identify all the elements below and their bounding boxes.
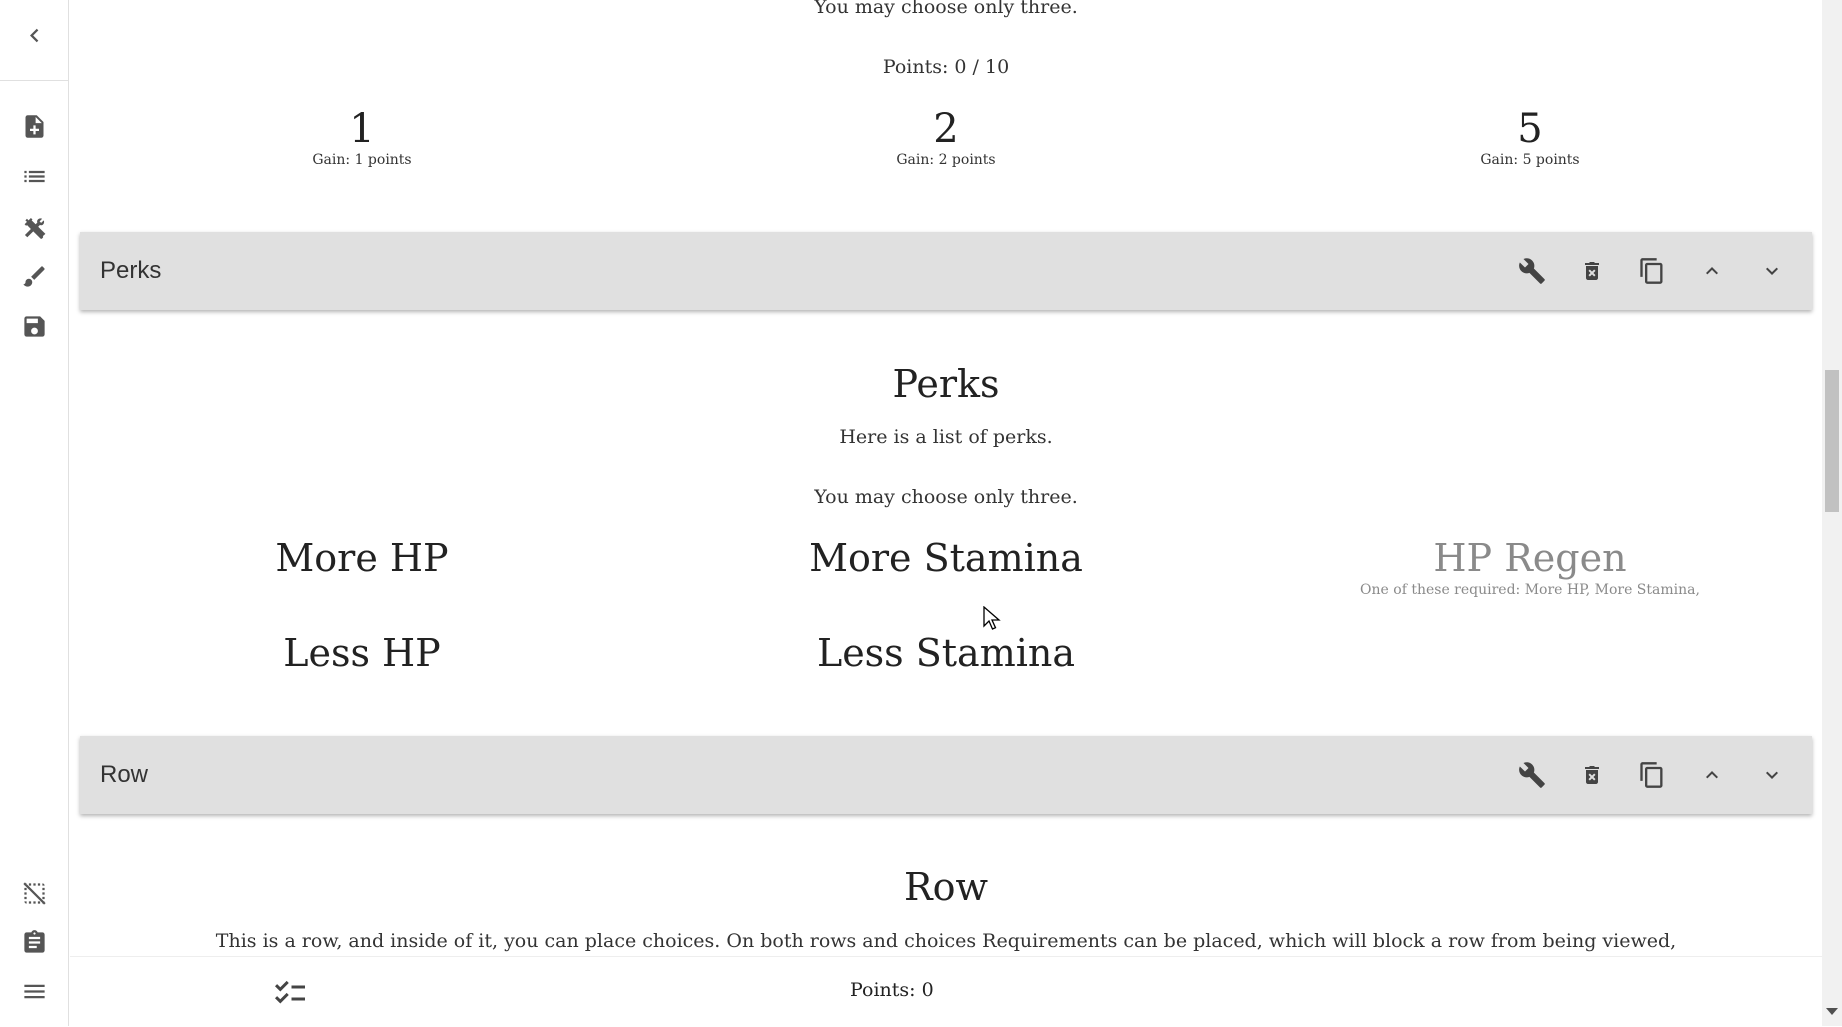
perks-row-header: Perks bbox=[80, 232, 1812, 310]
choice-card[interactable]: 5 Gain: 5 points bbox=[1238, 106, 1822, 168]
rail-divider bbox=[0, 80, 69, 81]
choice-subtitle: Gain: 1 points bbox=[312, 152, 412, 168]
choice-card[interactable]: 2 Gain: 2 points bbox=[654, 106, 1238, 168]
choice-card-disabled[interactable]: HP Regen One of these required: More HP,… bbox=[1238, 536, 1822, 598]
choice-subtitle: Gain: 5 points bbox=[1480, 152, 1580, 168]
row-header-title: Perks bbox=[100, 257, 162, 284]
delete-icon[interactable] bbox=[1562, 745, 1622, 805]
row-header-title: Row bbox=[100, 761, 149, 788]
choice-subtitle: Gain: 2 points bbox=[896, 152, 996, 168]
choice-title: Less HP bbox=[283, 631, 441, 675]
prev-row-points: Points: 0 / 10 bbox=[882, 56, 1010, 78]
mouse-cursor-icon bbox=[983, 606, 1001, 630]
bottom-bar: Points: 0 bbox=[70, 956, 1822, 1027]
choice-title: More Stamina bbox=[809, 536, 1083, 580]
choice-card[interactable]: Less Stamina bbox=[654, 631, 1238, 675]
navigation-rail bbox=[0, 0, 69, 1026]
choice-title: Less Stamina bbox=[816, 631, 1076, 675]
choice-card[interactable]: 1 Gain: 1 points bbox=[70, 106, 654, 168]
chevron-up-icon[interactable] bbox=[1682, 745, 1742, 805]
wrench-icon[interactable] bbox=[1502, 241, 1562, 301]
choice-card[interactable]: More HP bbox=[70, 536, 654, 580]
scrollbar-thumb[interactable] bbox=[1825, 370, 1839, 512]
list-icon[interactable] bbox=[14, 156, 54, 196]
wrench-icon[interactable] bbox=[1502, 745, 1562, 805]
row-row-header: Row bbox=[80, 736, 1812, 814]
choice-title: HP Regen bbox=[1433, 536, 1627, 580]
chevron-down-icon[interactable] bbox=[1742, 745, 1802, 805]
selection-off-icon[interactable] bbox=[14, 873, 54, 913]
clipboard-icon[interactable] bbox=[14, 922, 54, 962]
save-icon[interactable] bbox=[14, 306, 54, 346]
copy-icon[interactable] bbox=[1622, 241, 1682, 301]
prev-row-text: You may choose only three. bbox=[814, 0, 1078, 18]
perks-row-title: Perks bbox=[892, 362, 1000, 406]
row-row-text: This is a row, and inside of it, you can… bbox=[215, 930, 1677, 952]
tools-icon[interactable] bbox=[14, 206, 54, 246]
chevron-up-icon[interactable] bbox=[1682, 241, 1742, 301]
choice-title: 2 bbox=[933, 106, 959, 152]
perks-row-text: You may choose only three. bbox=[814, 486, 1078, 508]
brush-icon[interactable] bbox=[14, 256, 54, 296]
chevron-left-icon[interactable] bbox=[14, 15, 54, 55]
choice-title: More HP bbox=[275, 536, 449, 580]
menu-icon[interactable] bbox=[14, 971, 54, 1011]
choice-card[interactable]: Less HP bbox=[70, 631, 654, 675]
delete-icon[interactable] bbox=[1562, 241, 1622, 301]
chevron-down-icon[interactable] bbox=[1742, 241, 1802, 301]
scrollbar[interactable] bbox=[1822, 0, 1842, 1026]
points-counter: Points: 0 bbox=[850, 979, 934, 1001]
copy-icon[interactable] bbox=[1622, 745, 1682, 805]
choice-title: 1 bbox=[349, 106, 375, 152]
choice-card[interactable]: More Stamina bbox=[654, 536, 1238, 580]
checklist-icon[interactable] bbox=[272, 975, 308, 1011]
scroll-down-arrow-icon[interactable] bbox=[1826, 1008, 1838, 1015]
choice-requirement: One of these required: More HP, More Sta… bbox=[1360, 582, 1700, 598]
main-content: You may choose only three. Points: 0 / 1… bbox=[70, 0, 1822, 956]
perks-row-text: Here is a list of perks. bbox=[839, 426, 1053, 448]
note-add-icon[interactable] bbox=[14, 106, 54, 146]
row-row-title: Row bbox=[903, 865, 988, 909]
choice-title: 5 bbox=[1517, 106, 1543, 152]
